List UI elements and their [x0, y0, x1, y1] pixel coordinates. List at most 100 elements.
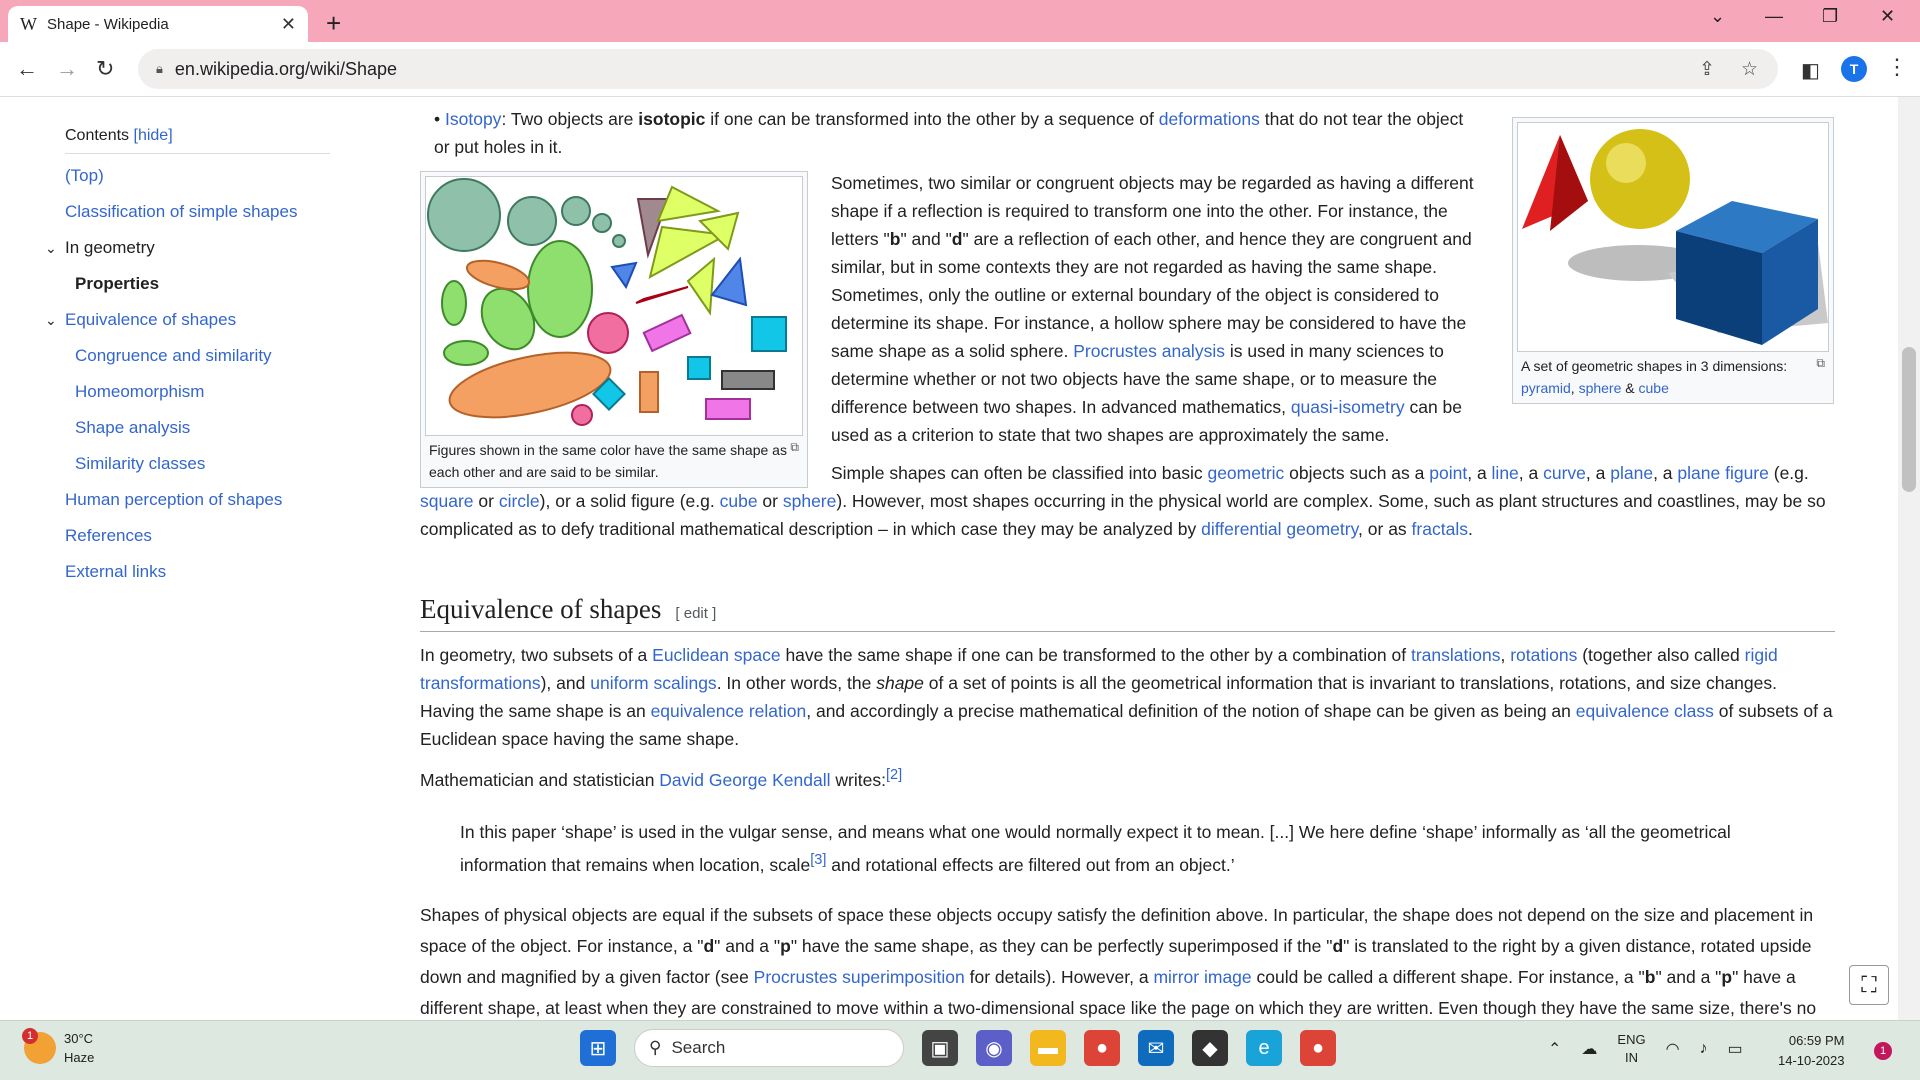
onedrive-cloud-icon[interactable]: ☁ — [1581, 1039, 1597, 1059]
reload-icon[interactable]: ↻ — [96, 56, 114, 82]
share-icon[interactable]: ⇪ — [1699, 58, 1715, 81]
close-window-icon[interactable]: ✕ — [1880, 6, 1895, 27]
toc-item-top[interactable]: (Top) — [65, 166, 104, 186]
deformations-link[interactable]: deformations — [1159, 109, 1260, 129]
language-indicator[interactable]: ENG IN — [1617, 1031, 1645, 1067]
wifi-icon[interactable]: ◠ — [1666, 1039, 1680, 1059]
paragraph-equivalence: In geometry, two subsets of a Euclidean … — [420, 645, 1833, 749]
pyramid-link[interactable]: pyramid — [1521, 380, 1571, 396]
page-scrollbar[interactable] — [1898, 97, 1920, 1020]
curve-link[interactable]: curve — [1543, 463, 1586, 483]
taskbar-search[interactable]: ⚲ Search — [634, 1029, 904, 1067]
teams-chat-icon[interactable]: ◉ — [976, 1030, 1012, 1066]
scrollbar-thumb[interactable] — [1902, 347, 1916, 492]
file-explorer-icon[interactable]: ▬ — [1030, 1030, 1066, 1066]
paragraph-simple-shapes: Simple shapes can often be classified in… — [420, 463, 1826, 539]
reference-3-link[interactable]: [3] — [810, 852, 826, 868]
close-tab-icon[interactable]: ✕ — [281, 14, 296, 35]
minimize-icon[interactable]: — — [1765, 6, 1783, 27]
toc-item-shape-analysis[interactable]: Shape analysis — [75, 418, 190, 438]
enlarge-icon[interactable]: ⧉ — [790, 436, 799, 458]
geometric-link[interactable]: geometric — [1207, 463, 1284, 483]
similar-shapes-image[interactable] — [425, 176, 803, 436]
toc-item-properties[interactable]: Properties — [75, 274, 159, 294]
uniform-scalings-link[interactable]: uniform scalings — [590, 673, 716, 693]
taskbar-search-label: Search — [671, 1038, 726, 1057]
cube-link[interactable]: cube — [1639, 380, 1669, 396]
toc-hide-link[interactable]: [hide] — [134, 127, 173, 144]
restore-icon[interactable]: ❐ — [1822, 6, 1838, 27]
windows-start-icon[interactable]: ⊞ — [580, 1030, 616, 1066]
kendall-link[interactable]: David George Kendall — [659, 770, 830, 790]
menu-kebab-icon[interactable]: ⋮ — [1886, 54, 1908, 80]
equivalence-class-link[interactable]: equivalence class — [1576, 701, 1714, 721]
translations-link[interactable]: translations — [1411, 645, 1501, 665]
tab-search-chevron-icon[interactable]: ⌄ — [1710, 6, 1725, 27]
tab-title: Shape - Wikipedia — [47, 15, 169, 33]
enlarge-icon[interactable]: ⧉ — [1816, 352, 1825, 374]
lock-icon[interactable]: 🔒︎ — [156, 61, 163, 77]
chevron-down-icon[interactable]: ⌄ — [45, 240, 57, 257]
isotopy-link[interactable]: Isotopy — [445, 109, 501, 129]
circle-link[interactable]: circle — [499, 491, 540, 511]
toc-item-equivalence[interactable]: Equivalence of shapes — [65, 310, 236, 330]
plane-link[interactable]: plane — [1610, 463, 1653, 483]
forward-arrow-icon[interactable]: → — [56, 56, 78, 82]
quasi-isometry-link[interactable]: quasi-isometry — [1291, 397, 1405, 417]
kendall-quote: In this paper ‘shape’ is used in the vul… — [460, 822, 1731, 875]
mirror-image-link[interactable]: mirror image — [1153, 967, 1251, 987]
taskbar-apps: ⊞ ⚲ Search ▣ ◉ ▬ ● ✉ ◆ e ● — [580, 1029, 1336, 1067]
volume-icon[interactable]: ♪ — [1700, 1040, 1708, 1058]
edge-icon[interactable]: e — [1246, 1030, 1282, 1066]
side-panel-icon[interactable]: ◧ — [1801, 58, 1820, 83]
fractals-link[interactable]: fractals — [1412, 519, 1468, 539]
back-arrow-icon[interactable]: ← — [16, 56, 38, 82]
chrome-profile-icon[interactable]: ● — [1300, 1030, 1336, 1066]
dropbox-icon[interactable]: ◆ — [1192, 1030, 1228, 1066]
sphere-link[interactable]: sphere — [1579, 380, 1622, 396]
plane-figure-link[interactable]: plane figure — [1677, 463, 1768, 483]
address-bar[interactable]: 🔒︎ en.wikipedia.org/wiki/Shape ⇪ ☆ — [138, 49, 1778, 89]
taskbar-clock[interactable]: 06:59 PM 14-10-2023 — [1778, 1031, 1845, 1071]
toc-item-in-geometry[interactable]: In geometry — [65, 238, 155, 258]
profile-avatar[interactable]: T — [1841, 56, 1867, 82]
square-link[interactable]: square — [420, 491, 474, 511]
paragraph-reflection: Sometimes, two similar or congruent obje… — [831, 173, 1474, 445]
cube-text-link[interactable]: cube — [720, 491, 758, 511]
toc-item-external-links[interactable]: External links — [65, 562, 166, 582]
new-tab-icon[interactable]: + — [326, 8, 341, 39]
browser-titlebar: W Shape - Wikipedia ✕ + ⌄ — ❐ ✕ — [0, 0, 1920, 42]
browser-tab[interactable]: W Shape - Wikipedia ✕ — [8, 6, 308, 42]
toc-item-human-perception[interactable]: Human perception of shapes — [65, 490, 282, 510]
bookmark-star-icon[interactable]: ☆ — [1741, 58, 1758, 81]
rotations-link[interactable]: rotations — [1510, 645, 1577, 665]
chevron-down-icon[interactable]: ⌄ — [45, 312, 57, 329]
procrustes-analysis-link[interactable]: Procrustes analysis — [1073, 341, 1225, 361]
line-link[interactable]: line — [1492, 463, 1519, 483]
weather-widget[interactable]: 1 30°C Haze — [22, 1028, 94, 1067]
notification-badge[interactable]: 1 — [1874, 1042, 1892, 1060]
3d-shapes-image[interactable] — [1517, 122, 1829, 352]
differential-geometry-link[interactable]: differential geometry — [1201, 519, 1358, 539]
mail-icon[interactable]: ✉ — [1138, 1030, 1174, 1066]
point-link[interactable]: point — [1429, 463, 1467, 483]
tray-chevron-up-icon[interactable]: ⌃ — [1548, 1039, 1561, 1059]
toc-item-references[interactable]: References — [65, 526, 152, 546]
windows-taskbar: 1 30°C Haze ⊞ ⚲ Search ▣ ◉ ▬ ● ✉ ◆ e ● ⌃… — [0, 1020, 1920, 1080]
url-text[interactable]: en.wikipedia.org/wiki/Shape — [175, 59, 397, 80]
toc-item-homeomorphism[interactable]: Homeomorphism — [75, 382, 204, 402]
toc-item-classification[interactable]: Classification of simple shapes — [65, 202, 297, 222]
similar-shapes-figure: Figures shown in the same color have the… — [420, 171, 808, 488]
fullscreen-icon[interactable]: ⛶ — [1849, 965, 1889, 1005]
toc-item-similarity-classes[interactable]: Similarity classes — [75, 454, 205, 474]
euclidean-space-link[interactable]: Euclidean space — [652, 645, 780, 665]
equivalence-relation-link[interactable]: equivalence relation — [651, 701, 807, 721]
edit-section-link[interactable]: [ edit ] — [675, 605, 716, 622]
toc-item-congruence[interactable]: Congruence and similarity — [75, 346, 272, 366]
chrome-icon[interactable]: ● — [1084, 1030, 1120, 1066]
battery-icon[interactable]: ▭ — [1728, 1039, 1743, 1059]
procrustes-superimposition-link[interactable]: Procrustes superimposition — [754, 967, 965, 987]
task-view-icon[interactable]: ▣ — [922, 1030, 958, 1066]
sphere-text-link[interactable]: sphere — [783, 491, 837, 511]
reference-2-link[interactable]: [2] — [886, 767, 902, 783]
